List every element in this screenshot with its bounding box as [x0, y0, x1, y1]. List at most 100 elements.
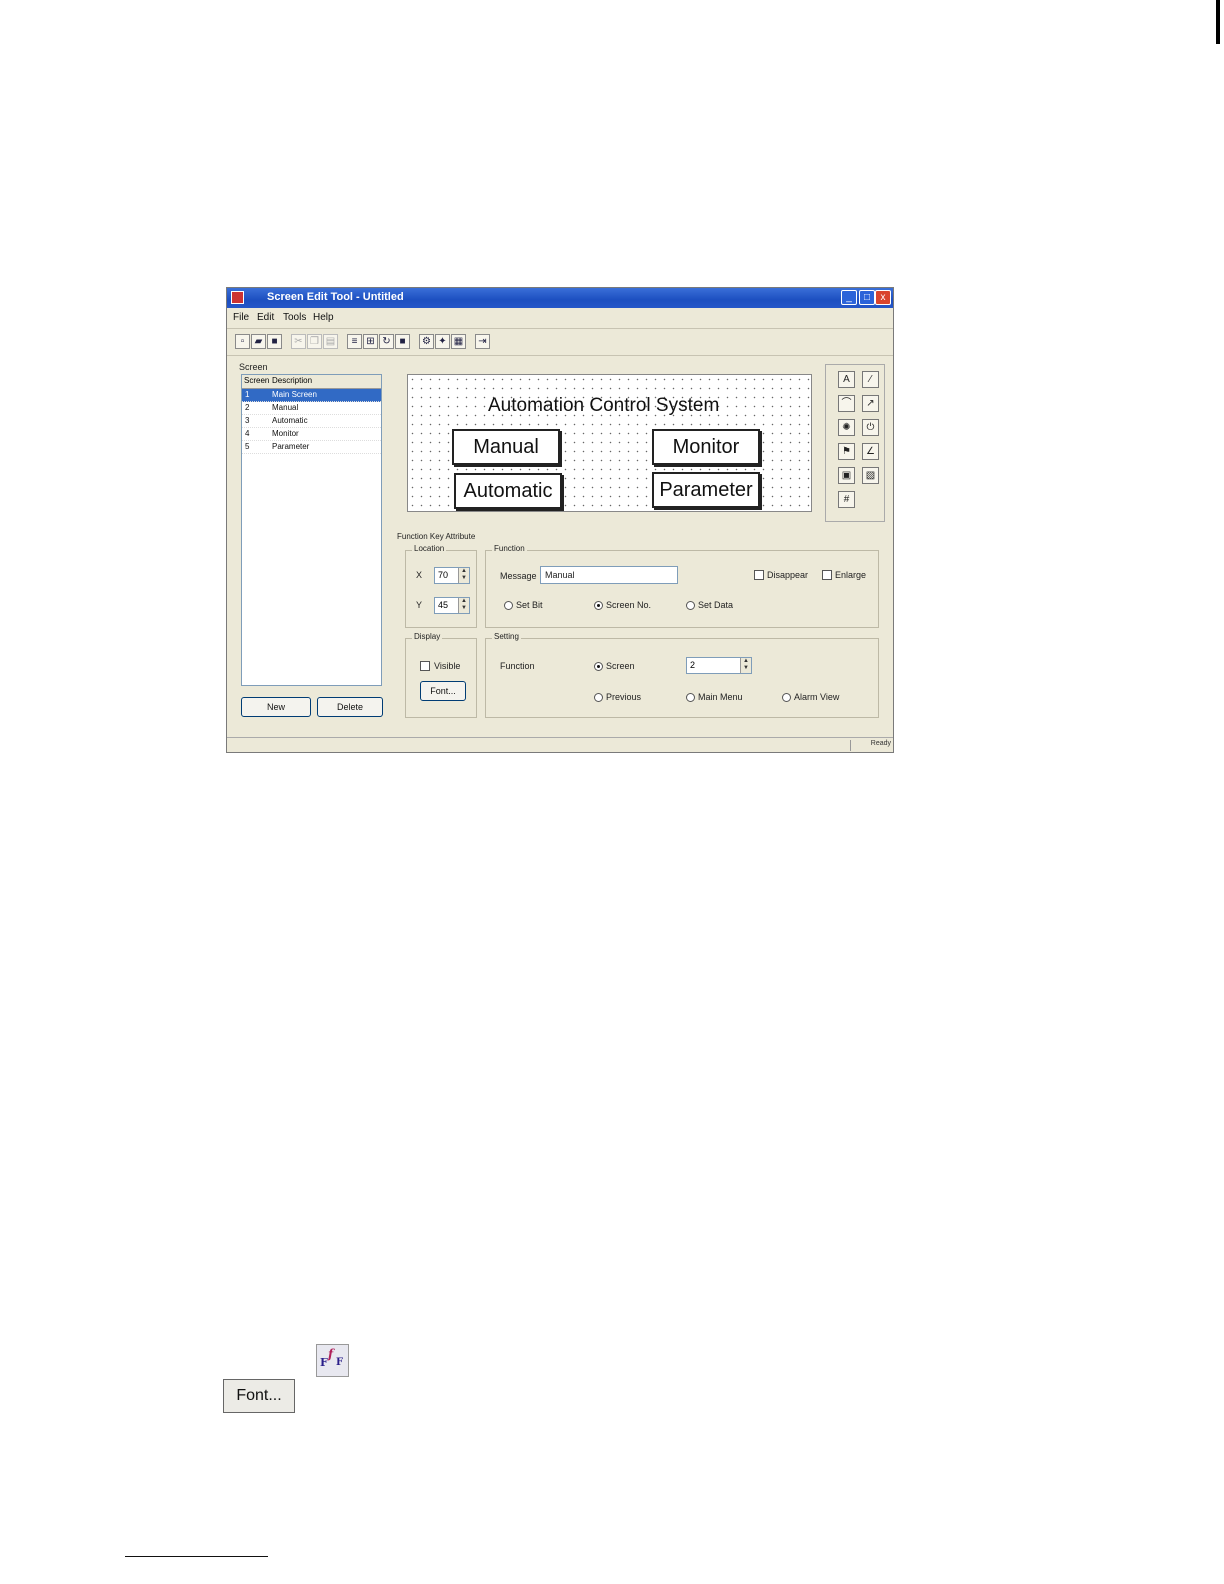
screen-stepper[interactable]: 2 ▲ ▼ [686, 657, 752, 674]
bitmap-icon[interactable]: ▧ [862, 467, 879, 484]
chart-icon[interactable]: ∠ [862, 443, 879, 460]
screen-radio[interactable] [594, 662, 603, 671]
canvas-button-automatic[interactable]: Automatic [454, 473, 562, 509]
screen-group-label: Screen [239, 362, 268, 372]
menu-help[interactable]: Help [313, 312, 334, 323]
font-glyph: f [328, 1347, 334, 1361]
save-icon[interactable]: ■ [267, 334, 282, 349]
new-button[interactable]: New [241, 697, 311, 717]
cut-icon[interactable]: ✂ [291, 334, 306, 349]
y-stepper[interactable]: 45 ▲ ▼ [434, 597, 470, 614]
font-button[interactable]: Font... [223, 1379, 295, 1413]
menu-edit[interactable]: Edit [257, 312, 274, 323]
switch-icon[interactable]: ⏻ [862, 419, 879, 436]
screen-number: 5 [245, 442, 250, 451]
object-palette: A ⁄ ⌒ ↗ ✺ ⏻ ⚑ ∠ ▣ ▧ # [825, 364, 885, 522]
screen-name: Main Screen [272, 390, 317, 399]
screen-number: 3 [245, 416, 250, 425]
set-data-radio[interactable] [686, 601, 695, 610]
setting-function-label: Function [500, 661, 535, 671]
canvas-title[interactable]: Automation Control System [488, 395, 719, 417]
x-value: 70 [438, 570, 449, 580]
delete-button[interactable]: Delete [317, 697, 383, 717]
list-item[interactable]: 1 Main Screen [242, 389, 381, 402]
copy-icon[interactable]: ❐ [307, 334, 322, 349]
screen-no-radio[interactable] [594, 601, 603, 610]
enlarge-checkbox[interactable] [822, 570, 832, 580]
stop-icon[interactable]: ■ [395, 334, 410, 349]
footnote-rule [125, 1556, 268, 1557]
column-header-screen[interactable]: Screen [244, 376, 269, 385]
screen-value: 2 [690, 660, 696, 670]
setting-group: Setting Function Screen 2 ▲ ▼ Previous Ma… [485, 632, 879, 718]
screen-edit-window: Screen Edit Tool - Untitled _ □ x File E… [226, 287, 894, 753]
numeric-icon[interactable]: # [838, 491, 855, 508]
maximize-button[interactable]: □ [859, 290, 875, 305]
x-stepper[interactable]: 70 ▲ ▼ [434, 567, 470, 584]
alarm-view-label: Alarm View [794, 692, 840, 702]
message-label: Message [500, 571, 537, 581]
properties-icon[interactable]: ⚙ [419, 334, 434, 349]
previous-radio[interactable] [594, 693, 603, 702]
function-legend: Function [492, 544, 527, 553]
new-icon[interactable]: ▫ [235, 334, 250, 349]
setting-legend: Setting [492, 632, 521, 641]
lamp-icon[interactable]: ✺ [838, 419, 855, 436]
minimize-button[interactable]: _ [841, 290, 857, 305]
column-header-description[interactable]: Description [272, 376, 312, 385]
flag-icon[interactable]: ⚑ [838, 443, 855, 460]
spin-arrows-icon[interactable]: ▲ ▼ [458, 598, 469, 613]
list-item[interactable]: 5 Parameter [242, 441, 381, 454]
group-icon[interactable]: ⊞ [363, 334, 378, 349]
set-bit-radio[interactable] [504, 601, 513, 610]
font-glyph: F [320, 1356, 328, 1369]
arrow-icon[interactable]: ↗ [862, 395, 879, 412]
main-menu-radio[interactable] [686, 693, 695, 702]
menu-file[interactable]: File [233, 312, 249, 323]
line-icon[interactable]: ⁄ [862, 371, 879, 388]
spin-arrows-icon[interactable]: ▲ ▼ [458, 568, 469, 583]
rotate-icon[interactable]: ↻ [379, 334, 394, 349]
align-icon[interactable]: ≡ [347, 334, 362, 349]
screen-radio-label: Screen [606, 661, 635, 671]
design-canvas[interactable]: Automation Control System Manual Monitor… [407, 374, 812, 512]
canvas-button-parameter[interactable]: Parameter [652, 472, 760, 508]
arc-icon[interactable]: ⌒ [838, 395, 855, 412]
location-legend: Location [412, 544, 447, 553]
button-icon[interactable]: ▣ [838, 467, 855, 484]
list-item[interactable]: 4 Monitor [242, 428, 381, 441]
disappear-label: Disappear [767, 570, 809, 580]
disappear-checkbox[interactable] [754, 570, 764, 580]
screen-list-header: Screen Description [242, 375, 381, 389]
canvas-button-manual[interactable]: Manual [452, 429, 560, 465]
list-item[interactable]: 3 Automatic [242, 415, 381, 428]
screen-number: 2 [245, 403, 250, 412]
status-text: Ready [850, 740, 891, 751]
font-icon[interactable]: F f F [316, 1344, 349, 1377]
close-button[interactable]: x [875, 290, 891, 305]
page-edge-bar [1216, 0, 1220, 44]
open-icon[interactable]: ▰ [251, 334, 266, 349]
spin-arrows-icon[interactable]: ▲ ▼ [740, 658, 751, 673]
visible-checkbox[interactable] [420, 661, 430, 671]
function-group: Function Message Manual Disappear Enlarg… [485, 544, 879, 628]
menu-tools[interactable]: Tools [283, 312, 306, 323]
screen-name: Automatic [272, 416, 308, 425]
paste-icon[interactable]: ▤ [323, 334, 338, 349]
exit-icon[interactable]: ⇥ [475, 334, 490, 349]
screen-list[interactable]: Screen Description 1 Main Screen 2 Manua… [241, 374, 382, 686]
title-bar[interactable]: Screen Edit Tool - Untitled _ □ x [227, 288, 893, 308]
settings-icon[interactable]: ✦ [435, 334, 450, 349]
message-input[interactable]: Manual [540, 566, 678, 584]
canvas-button-monitor[interactable]: Monitor [652, 429, 760, 465]
screen-name: Manual [272, 403, 299, 412]
y-value: 45 [438, 600, 449, 610]
text-icon[interactable]: A [838, 371, 855, 388]
alarm-view-radio[interactable] [782, 693, 791, 702]
y-label: Y [416, 600, 423, 610]
list-item[interactable]: 2 Manual [242, 402, 381, 415]
window-title: Screen Edit Tool - Untitled [267, 291, 404, 303]
screen-no-label: Screen No. [606, 600, 652, 610]
display-font-button[interactable]: Font... [420, 681, 466, 701]
grid-icon[interactable]: ▦ [451, 334, 466, 349]
